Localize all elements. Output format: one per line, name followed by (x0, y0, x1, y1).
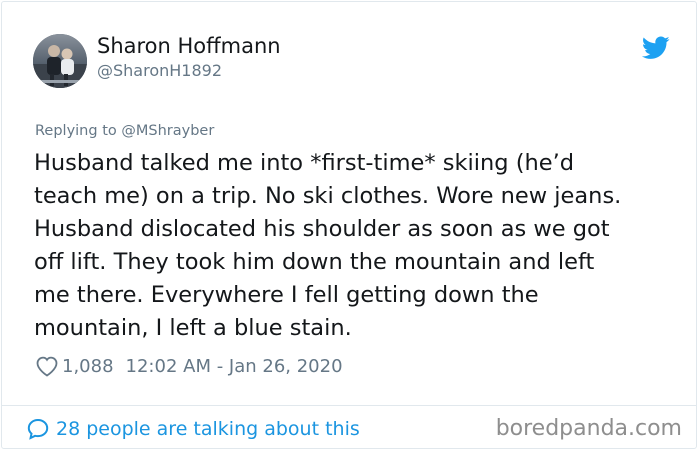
replying-to: Replying to @MShrayber (35, 123, 214, 139)
heart-outline-icon[interactable] (35, 355, 59, 377)
watermark: boredpanda.com (495, 416, 682, 441)
tweet-text: Husband talked me into *first-time* skii… (34, 147, 674, 345)
tweet-meta: 1,088 12:02 AM - Jan 26, 2020 (35, 354, 343, 378)
tweet-line: Husband talked me into *first-time* skii… (34, 150, 575, 176)
tweet-line: Husband dislocated his shoulder as soon … (34, 216, 610, 242)
speech-bubble-icon (27, 418, 49, 440)
talking-count-text: 28 people are talking about this (56, 418, 360, 440)
reply-mention-link[interactable]: @MShrayber (121, 123, 214, 139)
twitter-bird-icon[interactable] (642, 36, 670, 60)
footer-divider (2, 405, 696, 406)
tweet-line: me there. Everywhere I fell getting down… (34, 282, 539, 308)
tweet-line: off lift. They took him down the mountai… (34, 249, 595, 275)
avatar-photo (33, 34, 87, 88)
display-name[interactable]: Sharon Hoffmann (97, 34, 281, 58)
user-handle[interactable]: @SharonH1892 (97, 61, 222, 80)
tweet-line: mountain, I left a blue stain. (34, 315, 352, 341)
conversation-link[interactable]: 28 people are talking about this (26, 415, 360, 443)
tweet-line: teach me) on a trip. No ski clothes. Wor… (34, 183, 622, 209)
tweet-card: Sharon Hoffmann @SharonH1892 Replying to… (1, 1, 697, 449)
replying-to-prefix: Replying to (35, 123, 122, 139)
like-count: 1,088 (62, 355, 114, 377)
tweet-timestamp[interactable]: 12:02 AM - Jan 26, 2020 (126, 356, 343, 377)
avatar[interactable] (33, 34, 87, 88)
